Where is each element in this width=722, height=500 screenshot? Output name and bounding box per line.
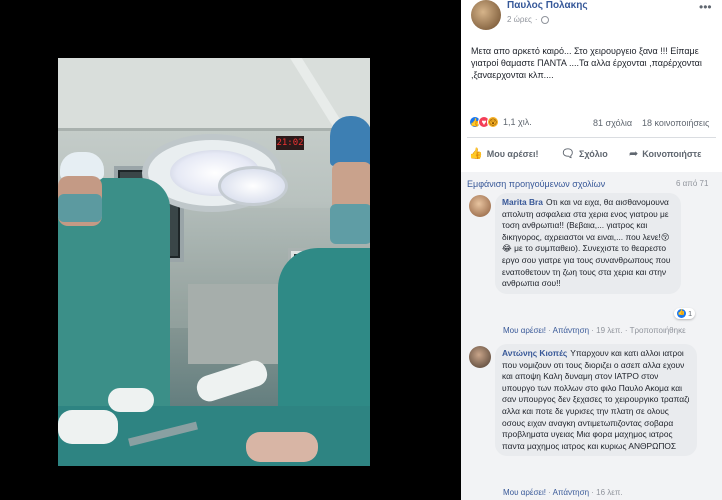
comment-reply-link[interactable]: Απάντηση <box>553 326 589 335</box>
comment-time[interactable]: 19 λεπ. <box>596 326 622 335</box>
comment-bubble: Marita Bra Οτι και να ειχα, θα αισθανομου… <box>495 193 681 294</box>
surgeon-left-mask <box>58 194 102 222</box>
glove <box>193 357 271 405</box>
equipment-cabinet <box>188 284 288 364</box>
glove <box>108 388 154 412</box>
view-previous-comments-link[interactable]: Εμφάνιση προηγούμενων σχολίων <box>467 179 605 189</box>
comment-button[interactable]: 🗨 Σχόλιο <box>561 147 608 160</box>
comment-likes-badge[interactable]: 👍 1 <box>674 308 696 319</box>
like-button[interactable]: 👍 Μου αρέσει! <box>469 147 539 160</box>
ceiling-edge <box>58 128 370 131</box>
commenter-avatar[interactable] <box>469 195 491 217</box>
post-meta: 2 ώρες · <box>507 15 549 24</box>
patient-hand <box>246 432 318 462</box>
comment-reply-link[interactable]: Απάντηση <box>553 488 589 497</box>
shares-count[interactable]: 18 κοινοποιήσεις <box>642 118 709 128</box>
speech-bubble-icon: 🗨 <box>561 148 575 160</box>
post-text: Μετα απο αρκετό καιρό... Στο χειρουργειο… <box>471 46 702 80</box>
glove <box>58 410 118 444</box>
share-button-label: Κοινοποιήστε <box>642 148 702 159</box>
surgeon-right-cap <box>330 116 370 166</box>
photo-viewer: 21:02 <box>0 0 461 500</box>
like-reaction-icon: 👍 <box>677 309 686 318</box>
comment-actions: Μου αρέσει! · Απάντηση · 16 λεπ. <box>503 488 623 497</box>
separator: · <box>534 15 538 24</box>
share-button[interactable]: ➦ Κοινοποιήστε <box>629 147 701 160</box>
like-button-label: Μου αρέσει! <box>486 148 539 159</box>
globe-icon <box>540 15 549 24</box>
reactions-count: 1,1 χιλ. <box>503 117 532 127</box>
divider <box>467 137 716 138</box>
commenter-name[interactable]: Marita Bra <box>502 197 543 207</box>
post-photo[interactable]: 21:02 <box>58 58 370 466</box>
comment-edited-label[interactable]: Τροποποιήθηκε <box>630 326 686 335</box>
share-arrow-icon: ➦ <box>629 148 639 160</box>
comment-time[interactable]: 16 λεπ. <box>596 488 622 497</box>
comment-bubble: Αντώνης Κιοπές Υπαρχουν και κατι αλλοι ια… <box>495 344 697 457</box>
author-name[interactable]: Παυλος Πολακης <box>507 0 588 11</box>
commenter-name[interactable]: Αντώνης Κιοπές <box>502 348 567 358</box>
comment-like-link[interactable]: Μου αρέσει! <box>503 326 546 335</box>
comment-like-link[interactable]: Μου αρέσει! <box>503 488 546 497</box>
comments-pagination: 6 από 71 <box>676 179 709 188</box>
commenter-avatar[interactable] <box>469 346 491 368</box>
thumbs-up-icon: 👍 <box>469 148 483 160</box>
author-avatar[interactable] <box>471 0 501 30</box>
comment-button-label: Σχόλιο <box>578 148 608 159</box>
comment-actions: Μου αρέσει! · Απάντηση · 19 λεπ. · Τροπο… <box>503 326 686 335</box>
wow-reaction-icon: 😮 <box>487 116 499 128</box>
comment-text: Υπαρχουν και κατι αλλοι ιατροι που νομιζ… <box>502 348 690 451</box>
surgeon-right-mask <box>330 204 370 244</box>
wall-clock: 21:02 <box>276 136 304 150</box>
post-time[interactable]: 2 ώρες <box>507 15 532 24</box>
comments-count[interactable]: 81 σχόλια <box>593 118 632 128</box>
ellipsis-icon[interactable]: ••• <box>699 0 712 14</box>
comment-text: Οτι και να ειχα, θα αισθανομουνα απολυτη… <box>502 197 671 289</box>
comment-likes-count: 1 <box>688 309 693 318</box>
post-panel: Παυλος Πολακης 2 ώρες · ••• Μετα απο αρκ… <box>461 0 722 500</box>
reactions-summary[interactable]: 👍 ♥ 😮 1,1 χιλ. <box>469 116 532 128</box>
surgical-lamp-light-secondary <box>218 166 288 206</box>
